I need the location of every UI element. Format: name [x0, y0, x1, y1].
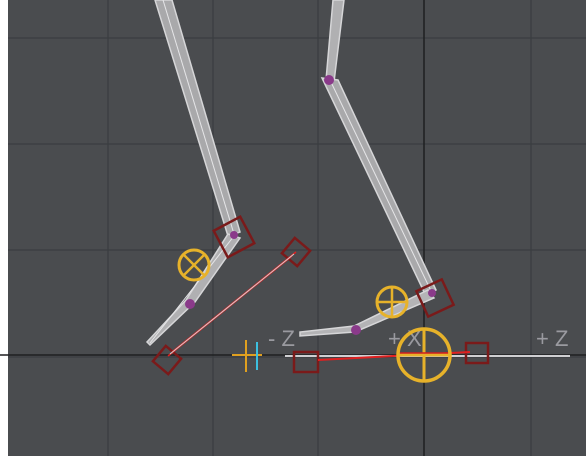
left-knee-joint[interactable]	[230, 231, 238, 239]
3d-viewport-window[interactable]: - Z + X + Z	[0, 0, 586, 456]
right-ankle-joint[interactable]	[428, 289, 436, 297]
left-ankle-joint[interactable]	[185, 299, 195, 309]
viewport-background	[8, 0, 586, 456]
root-pivot-handle[interactable]	[396, 327, 452, 383]
right-knee-joint[interactable]	[324, 75, 334, 85]
right-ball-joint[interactable]	[351, 325, 361, 335]
axis-label-minus-z: - Z	[268, 326, 295, 351]
right-pivot-handle[interactable]	[375, 285, 409, 319]
3d-viewport[interactable]: - Z + X + Z	[0, 0, 586, 456]
axis-label-plus-z: + Z	[536, 326, 568, 351]
